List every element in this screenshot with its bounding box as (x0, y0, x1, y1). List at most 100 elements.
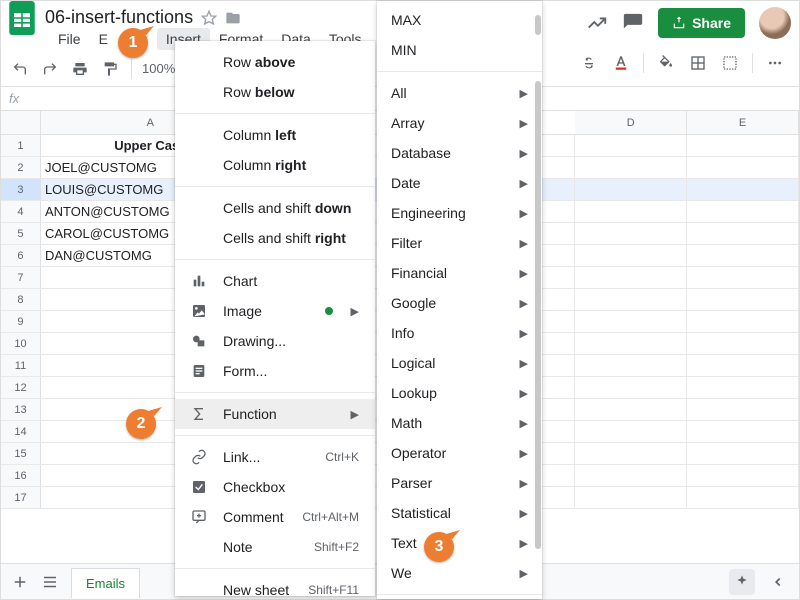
fn-cat-lookup[interactable]: Lookup▶ (377, 378, 542, 408)
insert-row-below[interactable]: Row below (175, 77, 375, 107)
comments-icon[interactable] (622, 12, 644, 34)
row-header[interactable]: 15 (1, 443, 41, 464)
insert-col-left[interactable]: Column left (175, 120, 375, 150)
insert-checkbox[interactable]: Checkbox (175, 472, 375, 502)
undo-icon[interactable] (9, 58, 31, 80)
avatar[interactable] (759, 7, 791, 39)
row-header[interactable]: 3 (1, 179, 41, 200)
fn-cat-engineering[interactable]: Engineering▶ (377, 198, 542, 228)
merge-icon[interactable] (720, 53, 740, 73)
cell[interactable] (687, 201, 799, 222)
cell[interactable] (575, 223, 687, 244)
select-all-corner[interactable] (1, 111, 41, 134)
insert-row-above[interactable]: Row above (175, 47, 375, 77)
fn-cat-database[interactable]: Database▶ (377, 138, 542, 168)
folder-icon[interactable] (225, 10, 241, 26)
zoom-value[interactable]: 100% (142, 61, 175, 76)
insert-new-sheet[interactable]: New sheetShift+F11 (175, 575, 375, 596)
menu-edit[interactable]: E (90, 28, 117, 50)
cell[interactable] (575, 465, 687, 486)
cell[interactable] (687, 135, 799, 156)
cell[interactable] (575, 201, 687, 222)
row-header[interactable]: 6 (1, 245, 41, 266)
cell[interactable] (687, 465, 799, 486)
fn-cat-google[interactable]: Google▶ (377, 288, 542, 318)
insert-cells-right[interactable]: Cells and shift right (175, 223, 375, 253)
insert-chart[interactable]: Chart (175, 266, 375, 296)
insert-note[interactable]: NoteShift+F2 (175, 532, 375, 562)
row-header[interactable]: 9 (1, 311, 41, 332)
insert-col-right[interactable]: Column right (175, 150, 375, 180)
menu-file[interactable]: File (49, 28, 90, 50)
cell[interactable] (575, 421, 687, 442)
cell[interactable] (687, 267, 799, 288)
cell[interactable] (687, 377, 799, 398)
doc-title[interactable]: 06-insert-functions (45, 7, 193, 28)
cell[interactable] (575, 157, 687, 178)
print-icon[interactable] (69, 58, 91, 80)
cell[interactable] (687, 421, 799, 442)
fn-cat-text[interactable]: Text▶ (377, 528, 542, 558)
cell[interactable] (575, 333, 687, 354)
cell[interactable] (687, 289, 799, 310)
fn-cat-parser[interactable]: Parser▶ (377, 468, 542, 498)
add-sheet-icon[interactable] (11, 573, 29, 591)
redo-icon[interactable] (39, 58, 61, 80)
row-header[interactable]: 16 (1, 465, 41, 486)
cell[interactable] (687, 399, 799, 420)
fn-cat-all[interactable]: All▶ (377, 78, 542, 108)
submenu-scrollbar[interactable] (535, 5, 541, 595)
insert-drawing[interactable]: Drawing... (175, 326, 375, 356)
cell[interactable] (687, 157, 799, 178)
cell[interactable] (687, 179, 799, 200)
row-header[interactable]: 10 (1, 333, 41, 354)
cell[interactable] (575, 135, 687, 156)
row-header[interactable]: 5 (1, 223, 41, 244)
cell[interactable] (575, 399, 687, 420)
more-icon[interactable] (765, 53, 785, 73)
cell[interactable] (575, 267, 687, 288)
cell[interactable] (575, 289, 687, 310)
cell[interactable] (575, 377, 687, 398)
borders-icon[interactable] (688, 53, 708, 73)
row-header[interactable]: 7 (1, 267, 41, 288)
row-header[interactable]: 1 (1, 135, 41, 156)
cell[interactable] (575, 245, 687, 266)
cell[interactable] (575, 487, 687, 508)
cell[interactable] (575, 179, 687, 200)
star-icon[interactable] (201, 10, 217, 26)
fn-cat-date[interactable]: Date▶ (377, 168, 542, 198)
col-header-e[interactable]: E (687, 111, 799, 134)
row-header[interactable]: 4 (1, 201, 41, 222)
fn-item-min[interactable]: MIN (377, 35, 542, 65)
fn-cat-filter[interactable]: Filter▶ (377, 228, 542, 258)
fill-color-icon[interactable] (656, 53, 676, 73)
insert-function[interactable]: Function▶ (175, 399, 375, 429)
sheets-logo-icon[interactable] (9, 1, 35, 35)
fn-cat-info[interactable]: Info▶ (377, 318, 542, 348)
explore-icon[interactable] (729, 569, 755, 595)
cell[interactable] (687, 223, 799, 244)
insert-image[interactable]: Image▶ (175, 296, 375, 326)
row-header[interactable]: 13 (1, 399, 41, 420)
cell[interactable] (687, 333, 799, 354)
cell[interactable] (575, 311, 687, 332)
insert-link[interactable]: Link...Ctrl+K (175, 442, 375, 472)
insert-comment[interactable]: CommentCtrl+Alt+M (175, 502, 375, 532)
fn-cat-array[interactable]: Array▶ (377, 108, 542, 138)
row-header[interactable]: 17 (1, 487, 41, 508)
cell[interactable] (687, 311, 799, 332)
row-header[interactable]: 14 (1, 421, 41, 442)
cell[interactable] (575, 355, 687, 376)
cell[interactable] (687, 487, 799, 508)
fn-cat-logical[interactable]: Logical▶ (377, 348, 542, 378)
share-button[interactable]: Share (658, 8, 745, 38)
trend-icon[interactable] (586, 12, 608, 34)
sheet-tab-emails[interactable]: Emails (71, 568, 140, 598)
side-panel-chevron-icon[interactable] (771, 575, 785, 589)
strike-icon[interactable] (579, 53, 599, 73)
all-sheets-icon[interactable] (41, 573, 59, 591)
row-header[interactable]: 12 (1, 377, 41, 398)
cell[interactable] (575, 443, 687, 464)
fn-item-max[interactable]: MAX (377, 5, 542, 35)
